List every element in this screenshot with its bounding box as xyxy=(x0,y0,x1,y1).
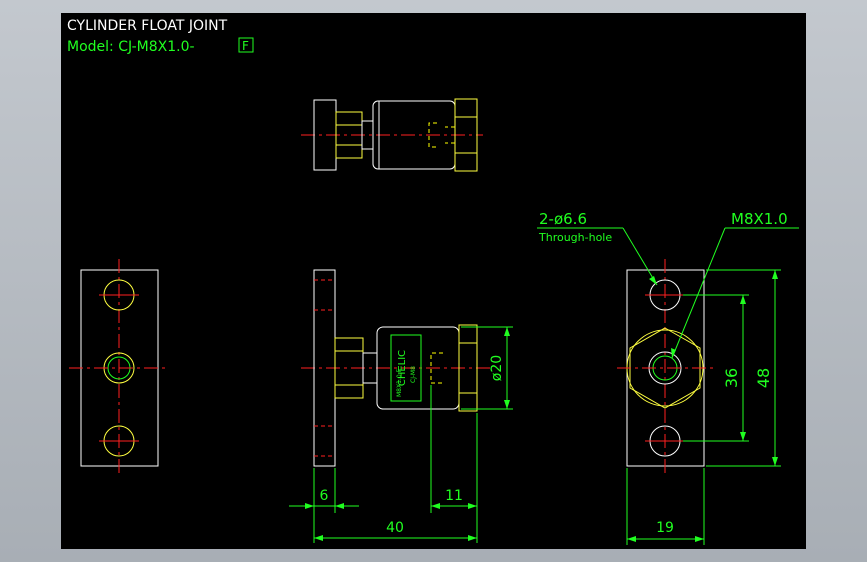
dim-19-arrow-right xyxy=(695,536,704,542)
top-view xyxy=(301,98,483,172)
dim-6-arrow-right xyxy=(335,503,344,509)
dim-36-arrow-top xyxy=(740,295,746,304)
dim-40-arrow-right xyxy=(468,535,477,541)
hole-leader-arrow xyxy=(649,276,657,285)
model-label: Model: CJ-M8X1.0- xyxy=(67,39,195,55)
dim-48-arrow-top xyxy=(772,270,778,279)
dim-20-arrow-bottom xyxy=(504,400,510,409)
dim-thread-length: 11 xyxy=(445,488,463,504)
left-view xyxy=(69,259,169,477)
dim-overall-length: 40 xyxy=(386,520,404,536)
hole-spec: 2-ø6.6 xyxy=(539,210,587,228)
drawing-title: CYLINDER FLOAT JOINT xyxy=(67,18,228,34)
dim-6-arrow-left xyxy=(305,503,314,509)
hole-note: Through-hole xyxy=(538,231,612,244)
body-mark-2: M8X1.0 F xyxy=(396,368,403,397)
viewer-frame: CYLINDER FLOAT JOINT Model: CJ-M8X1.0- F xyxy=(0,0,867,562)
dim-36-arrow-bottom xyxy=(740,432,746,441)
dim-11-arrow-right xyxy=(468,503,477,509)
cad-canvas: CYLINDER FLOAT JOINT Model: CJ-M8X1.0- F xyxy=(61,13,806,549)
thread-spec: M8X1.0 xyxy=(731,210,788,228)
hole-leader-line xyxy=(622,227,658,286)
dim-40-arrow-left xyxy=(314,535,323,541)
cad-drawing: CYLINDER FLOAT JOINT Model: CJ-M8X1.0- F xyxy=(67,18,799,545)
dim-flange-thickness: 6 xyxy=(320,488,329,504)
dim-body-diameter: ø20 xyxy=(489,355,505,381)
body-mark-1: CJ-M8 xyxy=(410,366,417,383)
dim-flange-height: 48 xyxy=(754,368,773,388)
dim-20-arrow-top xyxy=(504,327,510,336)
front-view: CHELIC CJ-M8 M8X1.0 F xyxy=(301,269,491,467)
dim-hole-pitch: 36 xyxy=(722,368,741,388)
dim-11-arrow-left xyxy=(431,503,440,509)
dim-flange-width: 19 xyxy=(656,520,674,536)
model-letter: F xyxy=(242,39,249,53)
dim-19-arrow-left xyxy=(627,536,636,542)
dim-48-arrow-bottom xyxy=(772,457,778,466)
dimensions: 6 11 40 ø20 36 48 19 2-ø6.6 Through-hole… xyxy=(289,210,799,545)
